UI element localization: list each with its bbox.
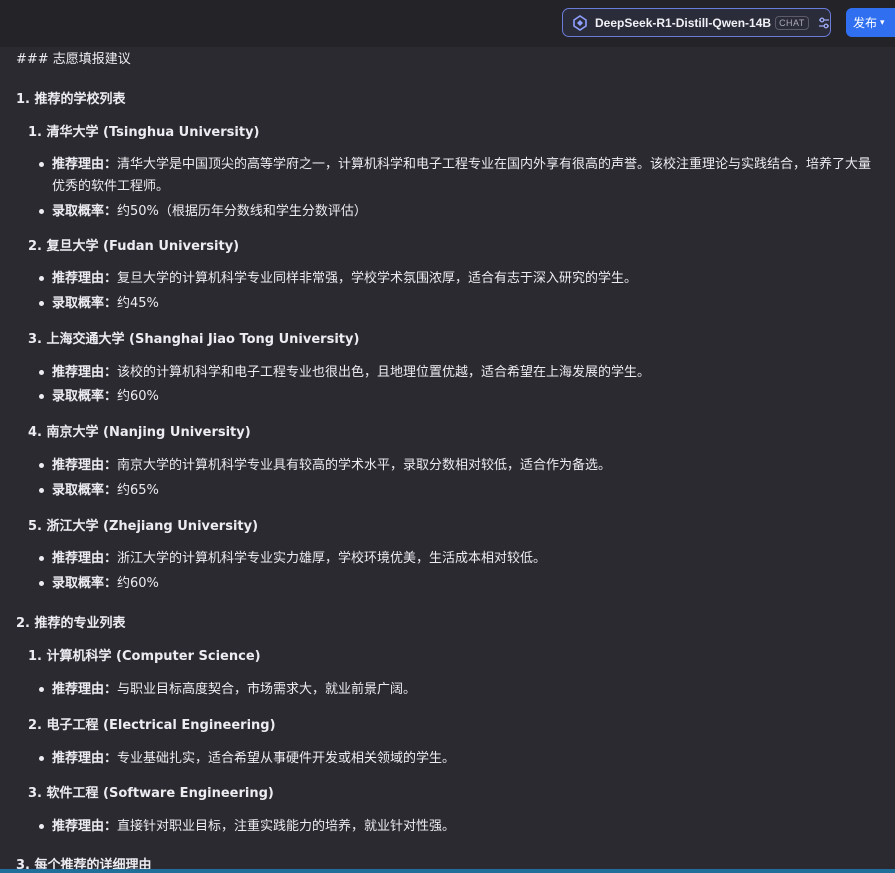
school-2-reason: 推荐理由：复旦大学的计算机科学专业同样非常强，学校学术氛围浓厚，适合有志于深入研…: [39, 268, 884, 290]
school-4-probability: 录取概率：约65%: [39, 480, 884, 502]
school-4-reason: 推荐理由：南京大学的计算机科学专业具有较高的学术水平，录取分数相对较低，适合作为…: [39, 455, 884, 477]
school-1-probability: 录取概率：约50%（根据历年分数线和学生分数评估）: [39, 201, 884, 223]
sliders-icon[interactable]: [817, 16, 831, 30]
major-item-3: 3. 软件工程 (Software Engineering): [28, 786, 274, 801]
model-name: DeepSeek-R1-Distill-Qwen-14B: [595, 15, 772, 30]
major-3-reason: 推荐理由：直接针对职业目标，注重实践能力的培养，就业针对性强。: [39, 816, 884, 838]
school-item-4: 4. 南京大学 (Nanjing University): [28, 425, 251, 440]
model-logo-icon: [571, 14, 589, 32]
major-item-2: 2. 电子工程 (Electrical Engineering): [28, 718, 276, 733]
major-2-reason: 推荐理由：专业基础扎实，适合希望从事硬件开发或相关领域的学生。: [39, 748, 884, 770]
school-5-reason: 推荐理由：浙江大学的计算机科学专业实力雄厚，学校环境优美，生活成本相对较低。: [39, 548, 884, 570]
school-5-probability: 录取概率：约60%: [39, 573, 884, 595]
chat-badge: CHAT: [775, 15, 809, 30]
content-title: ### 志愿填报建议: [16, 52, 131, 67]
model-selector[interactable]: DeepSeek-R1-Distill-Qwen-14B CHAT: [562, 8, 831, 37]
school-item-2: 2. 复旦大学 (Fudan University): [28, 239, 240, 254]
section-heading-reasons: 3. 每个推荐的详细理由: [16, 858, 152, 869]
section-heading-schools: 1. 推荐的学校列表: [16, 92, 126, 107]
publish-button[interactable]: 发布 ▾: [846, 8, 895, 37]
school-item-1: 1. 清华大学 (Tsinghua University): [28, 125, 260, 140]
school-item-3: 3. 上海交通大学 (Shanghai Jiao Tong University…: [28, 332, 360, 347]
bottom-edge-bar: [0, 869, 895, 873]
top-bar: DeepSeek-R1-Distill-Qwen-14B CHAT 发布 ▾: [0, 0, 895, 47]
major-item-1: 1. 计算机科学 (Computer Science): [28, 649, 261, 664]
publish-label: 发布: [853, 16, 878, 30]
school-item-5: 5. 浙江大学 (Zhejiang University): [28, 519, 259, 534]
chat-content: ### 志愿填报建议 1. 推荐的学校列表 1. 清华大学 (Tsinghua …: [0, 47, 895, 869]
chevron-down-icon: ▾: [880, 17, 885, 28]
major-1-reason: 推荐理由：与职业目标高度契合，市场需求大，就业前景广阔。: [39, 679, 884, 701]
school-1-reason: 推荐理由：清华大学是中国顶尖的高等学府之一，计算机科学和电子工程专业在国内外享有…: [39, 154, 884, 198]
school-3-reason: 推荐理由：该校的计算机科学和电子工程专业也很出色，且地理位置优越，适合希望在上海…: [39, 362, 884, 384]
school-2-probability: 录取概率：约45%: [39, 293, 884, 315]
section-heading-majors: 2. 推荐的专业列表: [16, 616, 126, 631]
school-3-probability: 录取概率：约60%: [39, 386, 884, 408]
